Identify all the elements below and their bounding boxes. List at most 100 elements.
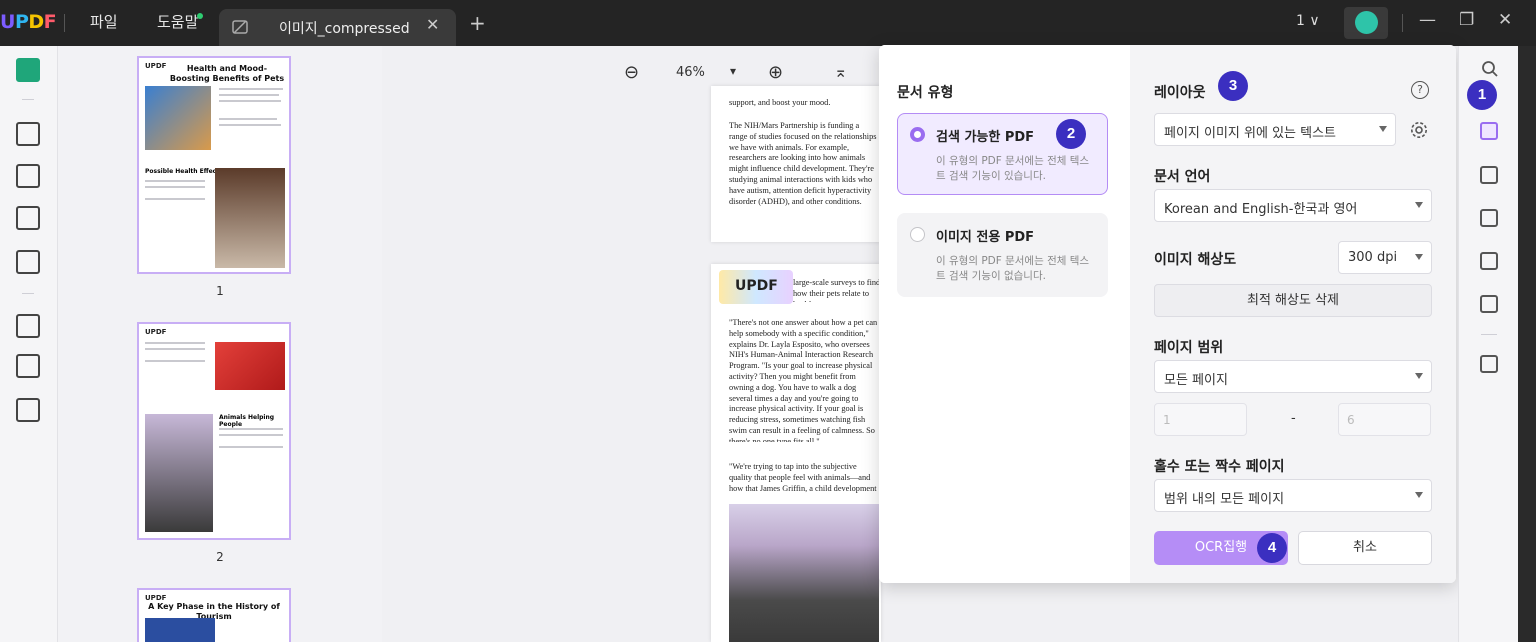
range-to-value: 6: [1347, 413, 1355, 427]
zoom-dropdown-icon[interactable]: ▾: [730, 64, 736, 78]
language-value: Korean and English-한국과 영어: [1164, 202, 1358, 217]
page-text: support, and boost your mood.: [729, 98, 831, 107]
document-tab-icon: [232, 20, 248, 34]
page-thumbnail-2[interactable]: UPDF Animals Helping People: [137, 322, 291, 540]
page-range-title: 페이지 범위: [1154, 340, 1224, 356]
text-line: [219, 446, 283, 448]
avatar[interactable]: [1344, 7, 1388, 39]
range-to-input[interactable]: 6: [1338, 403, 1431, 436]
edit-icon[interactable]: [16, 164, 40, 188]
left-toolbar: [0, 46, 58, 642]
resolution-select[interactable]: 300 dpi: [1338, 241, 1432, 274]
page-text: large-scale surveys to find how their pe…: [793, 278, 881, 302]
document-type-panel: 문서 유형 검색 가능한 PDF 이 유형의 PDF 문서에는 전체 텍스트 검…: [879, 45, 1130, 583]
menu-help[interactable]: 도움말: [157, 11, 198, 32]
page-range-select[interactable]: 모든 페이지: [1154, 360, 1432, 393]
zoom-in-icon[interactable]: ⊕: [768, 62, 783, 83]
restore-button[interactable]: ❐: [1459, 10, 1474, 30]
option-title: 검색 가능한 PDF: [936, 130, 1035, 145]
close-window-button[interactable]: ✕: [1498, 10, 1512, 30]
dog-image: [215, 168, 285, 268]
language-select[interactable]: Korean and English-한국과 영어: [1154, 189, 1432, 222]
odd-even-select[interactable]: 범위 내의 모든 페이지: [1154, 479, 1432, 512]
share-icon[interactable]: [1480, 252, 1498, 270]
page-range-value: 모든 페이지: [1164, 373, 1228, 388]
dogs-image: [215, 342, 285, 390]
reader-icon[interactable]: [16, 58, 40, 82]
updf-watermark-logo: UPDF: [719, 270, 793, 304]
option-image-pdf[interactable]: 이미지 전용 PDF 이 유형의 PDF 문서에는 전체 텍스트 검색 기능이 …: [897, 213, 1108, 297]
minimize-button[interactable]: —: [1419, 10, 1436, 30]
step-badge-1: 1: [1467, 80, 1497, 110]
ocr-icon[interactable]: [1480, 122, 1498, 140]
page-text: "We're trying to tap into the subjective…: [729, 462, 877, 496]
zoom-level[interactable]: 46%: [676, 65, 705, 80]
window-edge: [1518, 46, 1536, 642]
thumbnail-panel: UPDF Health and Mood-Boosting Benefits o…: [58, 46, 382, 642]
app-logo: UPDF: [0, 11, 57, 33]
sign-icon[interactable]: [16, 250, 40, 274]
layout-select[interactable]: 페이지 이미지 위에 있는 텍스트: [1154, 113, 1396, 146]
page-text: The NIH/Mars Partnership is funding a ra…: [729, 121, 877, 206]
app-main: UPDF Health and Mood-Boosting Benefits o…: [0, 45, 1536, 642]
gear-icon[interactable]: [1409, 120, 1429, 140]
layers-icon[interactable]: [16, 398, 40, 422]
cat-flowers-photo: [729, 504, 879, 642]
range-from-input[interactable]: 1: [1154, 403, 1247, 436]
cat-flowers-image: [145, 414, 213, 532]
right-toolbar: 1: [1458, 46, 1518, 642]
text-line: [219, 100, 281, 102]
help-icon[interactable]: ?: [1411, 81, 1429, 99]
search-icon[interactable]: [1481, 60, 1499, 78]
remove-resolution-button[interactable]: 최적 해상도 삭제: [1154, 284, 1432, 317]
option-title: 이미지 전용 PDF: [936, 230, 1035, 245]
mini-logo: UPDF: [145, 62, 167, 70]
convert-icon[interactable]: [1480, 166, 1498, 184]
save-icon[interactable]: [1480, 355, 1498, 373]
pdf-page-1: support, and boost your mood. The NIH/Ma…: [711, 86, 881, 242]
doc-type-title: 문서 유형: [897, 85, 954, 101]
first-page-icon[interactable]: ⌅: [834, 62, 847, 81]
ocr-dialog: 문서 유형 검색 가능한 PDF 이 유형의 PDF 문서에는 전체 텍스트 검…: [879, 45, 1456, 583]
document-tab[interactable]: 이미지_compressed ✕: [219, 9, 456, 46]
mini-logo: UPDF: [145, 594, 167, 602]
text-line: [219, 94, 279, 96]
radio-image-only[interactable]: [910, 227, 925, 242]
radio-searchable[interactable]: [910, 127, 925, 142]
layout-value: 페이지 이미지 위에 있는 텍스트: [1164, 126, 1337, 141]
option-desc: 이 유형의 PDF 문서에는 전체 텍스트 검색 기능이 없습니다.: [936, 255, 1090, 282]
tab-close-icon[interactable]: ✕: [426, 15, 439, 34]
odd-even-title: 홀수 또는 짝수 페이지: [1154, 459, 1285, 475]
pdf-page-2: UPDF large-scale surveys to find how the…: [711, 264, 881, 642]
page-thumbnail-3[interactable]: UPDF A Key Phase in the History of Touri…: [137, 588, 291, 642]
organize-pages-icon[interactable]: [16, 314, 40, 338]
tourism-image: [145, 618, 215, 642]
chevron-down-icon: [1415, 492, 1423, 498]
range-separator: -: [1291, 411, 1296, 426]
cancel-button[interactable]: 취소: [1298, 531, 1432, 565]
ocr-settings-panel: 레이아웃 3 ? 페이지 이미지 위에 있는 텍스트 문서 언어 Korean …: [1130, 45, 1456, 583]
page-indicator[interactable]: 1 ∨: [1296, 13, 1320, 29]
resolution-title: 이미지 해상도: [1154, 252, 1237, 268]
update-badge: [197, 13, 203, 19]
mini-logo: UPDF: [145, 328, 167, 336]
text-line: [219, 428, 283, 430]
protect-icon[interactable]: [1480, 209, 1498, 227]
chevron-down-icon: [1379, 126, 1387, 132]
tab-title: 이미지_compressed: [279, 21, 410, 37]
title-divider: [1402, 14, 1403, 32]
email-icon[interactable]: [1480, 295, 1498, 313]
zoom-out-icon[interactable]: ⊖: [624, 62, 639, 83]
add-tab-icon[interactable]: +: [469, 11, 486, 35]
crop-icon[interactable]: [16, 354, 40, 378]
page-thumbnail-1[interactable]: UPDF Health and Mood-Boosting Benefits o…: [137, 56, 291, 274]
comment-icon[interactable]: [16, 122, 40, 146]
text-line: [145, 186, 205, 188]
form-icon[interactable]: [16, 206, 40, 230]
language-title: 문서 언어: [1154, 169, 1211, 185]
range-from-value: 1: [1163, 413, 1171, 427]
text-line: [145, 360, 205, 362]
odd-even-value: 범위 내의 모든 페이지: [1164, 492, 1285, 507]
menu-file[interactable]: 파일: [90, 11, 118, 32]
text-line: [219, 124, 281, 126]
